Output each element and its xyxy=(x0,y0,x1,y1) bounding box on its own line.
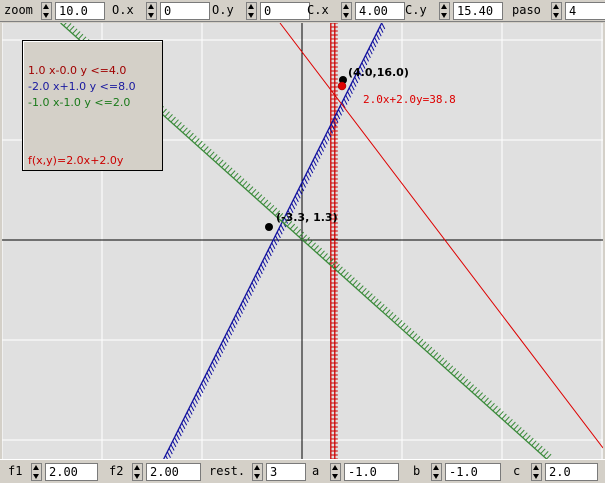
spin-up-icon[interactable] xyxy=(42,3,51,11)
constraint-count-input[interactable] xyxy=(266,463,306,481)
f2-spinner[interactable] xyxy=(132,463,143,481)
step-input[interactable] xyxy=(565,2,605,20)
b-input[interactable] xyxy=(445,463,501,481)
spin-down-icon[interactable] xyxy=(440,11,449,19)
center-y-spinner[interactable] xyxy=(439,2,450,20)
f2-label: f2 xyxy=(109,464,124,478)
center-y-label: C.y xyxy=(405,3,427,17)
zoom-input[interactable] xyxy=(55,2,105,20)
spin-down-icon[interactable] xyxy=(42,11,51,19)
spin-up-icon[interactable] xyxy=(253,464,262,472)
center-x-input[interactable] xyxy=(355,2,405,20)
spin-up-icon[interactable] xyxy=(552,3,561,11)
spin-up-icon[interactable] xyxy=(440,3,449,11)
b-label: b xyxy=(413,464,421,478)
center-x-label: C.x xyxy=(307,3,329,17)
spin-down-icon[interactable] xyxy=(253,472,262,480)
f2-input[interactable] xyxy=(146,463,201,481)
spin-up-icon[interactable] xyxy=(532,464,541,472)
origin-x-input[interactable] xyxy=(160,2,210,20)
spin-down-icon[interactable] xyxy=(247,11,256,19)
step-label: paso xyxy=(512,3,541,17)
vertex-point[interactable] xyxy=(265,223,273,231)
vertex-point-label: (-3.3, 1.3) xyxy=(276,211,338,224)
origin-y-spinner[interactable] xyxy=(246,2,257,20)
origin-y-label: O.y xyxy=(212,3,234,17)
a-label: a xyxy=(312,464,320,478)
spin-up-icon[interactable] xyxy=(432,464,441,472)
origin-x-spinner[interactable] xyxy=(146,2,157,20)
constraints-panel: 1.0 x-0.0 y <=4.0 -2.0 x+1.0 y <=8.0 -1.… xyxy=(22,40,163,171)
top-toolbar: zoom O.x O.y C.x C.y paso xyxy=(0,0,605,22)
level-line-label: 2.0x+2.0y=38.8 xyxy=(363,93,456,106)
constraint-1: 1.0 x-0.0 y <=4.0 xyxy=(28,64,127,77)
spin-up-icon[interactable] xyxy=(133,464,142,472)
origin-x-label: O.x xyxy=(112,3,134,17)
spin-down-icon[interactable] xyxy=(133,472,142,480)
step-spinner[interactable] xyxy=(551,2,562,20)
constraint-2: -2.0 x+1.0 y <=8.0 xyxy=(28,80,136,93)
spin-down-icon[interactable] xyxy=(32,472,41,480)
f1-spinner[interactable] xyxy=(31,463,42,481)
spin-up-icon[interactable] xyxy=(32,464,41,472)
spin-down-icon[interactable] xyxy=(331,472,340,480)
center-y-input[interactable] xyxy=(453,2,503,20)
spin-down-icon[interactable] xyxy=(432,472,441,480)
spin-down-icon[interactable] xyxy=(342,11,351,19)
constraint-3: -1.0 x-1.0 y <=2.0 xyxy=(28,96,131,109)
c-spinner[interactable] xyxy=(531,463,542,481)
a-spinner[interactable] xyxy=(330,463,341,481)
c-label: c xyxy=(513,464,521,478)
center-x-spinner[interactable] xyxy=(341,2,352,20)
b-spinner[interactable] xyxy=(431,463,442,481)
origin-y-input[interactable] xyxy=(260,2,310,20)
zoom-label: zoom xyxy=(4,3,33,17)
bottom-toolbar: f1 f2 rest. a b c xyxy=(0,459,605,483)
spin-up-icon[interactable] xyxy=(247,3,256,11)
c-input[interactable] xyxy=(545,463,598,481)
optimum-point-label: (4.0,16.0) xyxy=(348,66,409,79)
spin-down-icon[interactable] xyxy=(552,11,561,19)
objective-point-marker xyxy=(337,81,347,91)
constraint-count-spinner[interactable] xyxy=(252,463,263,481)
a-input[interactable] xyxy=(344,463,399,481)
zoom-spinner[interactable] xyxy=(41,2,52,20)
spin-up-icon[interactable] xyxy=(331,464,340,472)
constraint-count-label: rest. xyxy=(209,464,246,478)
spin-up-icon[interactable] xyxy=(147,3,156,11)
spin-down-icon[interactable] xyxy=(532,472,541,480)
spin-up-icon[interactable] xyxy=(342,3,351,11)
f1-input[interactable] xyxy=(45,463,98,481)
objective-function: f(x,y)=2.0x+2.0y xyxy=(28,154,124,167)
spin-down-icon[interactable] xyxy=(147,11,156,19)
f1-label: f1 xyxy=(8,464,23,478)
